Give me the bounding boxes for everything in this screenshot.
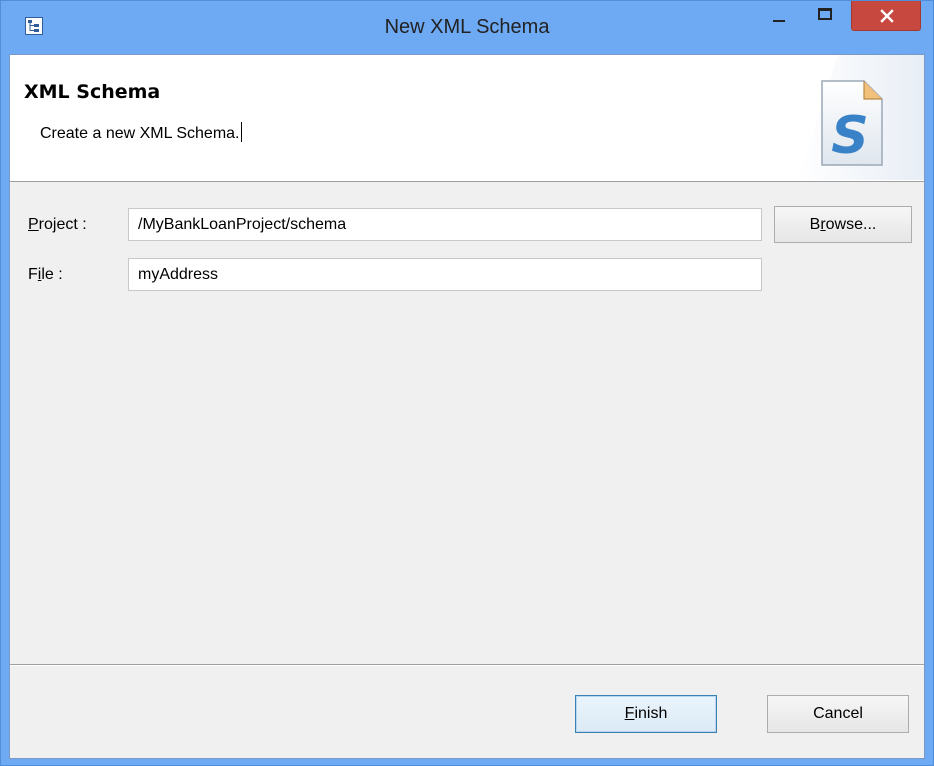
dialog-window: New XML Schema XML Schema Create a new X… bbox=[0, 0, 934, 766]
maximize-button[interactable] bbox=[802, 1, 848, 31]
title-bar[interactable]: New XML Schema bbox=[1, 1, 933, 53]
svg-text:S: S bbox=[831, 106, 868, 166]
banner-description: Create a new XML Schema. bbox=[40, 122, 242, 143]
maximize-icon bbox=[818, 8, 832, 20]
browse-label-end: owse... bbox=[825, 216, 877, 233]
cancel-button[interactable]: Cancel bbox=[767, 695, 909, 733]
banner-title: XML Schema bbox=[24, 81, 161, 103]
file-input[interactable]: myAddress bbox=[128, 258, 762, 291]
finish-button[interactable]: Finish bbox=[575, 695, 717, 733]
finish-label-text: inish bbox=[634, 705, 668, 722]
file-label: File : bbox=[28, 266, 63, 284]
minimize-icon bbox=[773, 20, 785, 22]
project-input[interactable]: /MyBankLoanProject/schema bbox=[128, 208, 762, 241]
close-icon bbox=[880, 9, 894, 23]
wizard-banner: XML Schema Create a new XML Schema. S bbox=[10, 55, 924, 182]
file-label-start: F bbox=[28, 266, 38, 283]
file-label-end: le : bbox=[41, 266, 63, 283]
xml-schema-file-icon: S bbox=[798, 55, 924, 180]
finish-label-mnemonic: F bbox=[624, 705, 635, 722]
close-button[interactable] bbox=[851, 1, 921, 31]
dialog-client-area: XML Schema Create a new XML Schema. S Pr… bbox=[9, 54, 925, 759]
banner-description-text: Create a new XML Schema. bbox=[40, 125, 240, 142]
minimize-button[interactable] bbox=[756, 1, 802, 31]
project-label: Project : bbox=[28, 216, 87, 234]
text-caret bbox=[240, 122, 242, 142]
browse-button[interactable]: Browse... bbox=[774, 206, 912, 243]
project-label-mnemonic: P bbox=[28, 216, 39, 233]
footer-separator bbox=[10, 664, 924, 666]
browse-label-start: B bbox=[809, 216, 821, 233]
project-label-text: roject : bbox=[38, 216, 87, 233]
